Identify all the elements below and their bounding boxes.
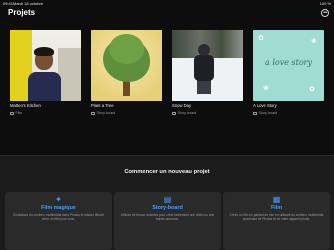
film-icon: ▦ xyxy=(272,195,281,204)
new-project-heading: Commencer un nouveau projet xyxy=(124,169,210,175)
project-title: A Love Story xyxy=(253,103,277,108)
storyboard-icon xyxy=(253,111,257,115)
project-card-snow-day[interactable]: Snow Day Story-board xyxy=(172,30,243,115)
flower-icon: ✿ xyxy=(309,86,315,93)
thumb-child-legs xyxy=(197,80,211,94)
project-card-a-love-story[interactable]: ✿ ❀ ❀ ✿ a love story A Love Story Story-… xyxy=(253,30,324,115)
film-icon xyxy=(10,111,14,115)
storyboard-icon xyxy=(91,111,95,115)
project-type: Story-board xyxy=(91,111,115,115)
more-options-button[interactable]: ••• xyxy=(321,9,329,17)
status-date: Mardi 18 octobre xyxy=(13,1,44,6)
thumb-child-body xyxy=(194,55,214,81)
project-title: Plant a Tree xyxy=(91,103,114,108)
project-type: Story-board xyxy=(253,111,277,115)
project-type: Story-board xyxy=(172,111,196,115)
new-project-panel: Commencer un nouveau projet ✦ Film magiq… xyxy=(0,156,334,250)
flower-icon: ✿ xyxy=(258,35,264,42)
project-title: Snow Day xyxy=(172,103,192,108)
flower-icon: ❀ xyxy=(311,38,317,45)
project-thumbnail[interactable]: ✿ ❀ ❀ ✿ a love story xyxy=(253,30,324,101)
option-title: Film xyxy=(270,205,283,211)
ellipsis-circle-icon: ••• xyxy=(323,9,327,16)
status-time: 09:41 xyxy=(3,1,14,6)
status-bar: 09:41 Mardi 18 octobre 100 % xyxy=(0,0,334,8)
project-card-matteos-kitchen[interactable]: Matteo's Kitchen Film xyxy=(10,30,81,115)
project-title: Matteo's Kitchen xyxy=(10,103,41,108)
project-thumbnail[interactable] xyxy=(91,30,162,101)
page-title: Projets xyxy=(8,8,36,17)
project-type-label: Story-board xyxy=(177,111,197,115)
thumb-cabinet xyxy=(58,48,81,101)
project-type-label: Film xyxy=(15,111,23,115)
magic-wand-icon: ✦ xyxy=(55,195,62,204)
project-type: Film xyxy=(10,111,22,115)
project-type-label: Story-board xyxy=(258,111,278,115)
thumb-title-text: a love story xyxy=(265,58,312,67)
storyboard-icon xyxy=(172,111,176,115)
option-title: Film magique xyxy=(41,205,76,211)
option-description: Utilisez de beaux modèles pour créer fac… xyxy=(120,213,215,222)
project-thumbnail[interactable] xyxy=(10,30,81,101)
option-description: Créez un film en partant de rien en util… xyxy=(229,213,324,222)
option-title: Story-board xyxy=(152,205,183,211)
status-battery: 100 % xyxy=(319,1,331,6)
flower-icon: ❀ xyxy=(263,85,269,92)
project-thumbnail[interactable] xyxy=(172,30,243,101)
thumb-person-hair xyxy=(34,47,54,56)
thumb-person-body xyxy=(28,72,61,101)
storyboard-button[interactable]: ▤ Story-board Utilisez de beaux modèles … xyxy=(114,192,221,250)
project-type-label: Story-board xyxy=(96,111,116,115)
option-description: Choisissez du contenu multimédia dans Ph… xyxy=(12,213,105,222)
projects-row: Matteo's Kitchen Film Plant a Tree Story… xyxy=(0,30,334,125)
thumb-child-head xyxy=(198,44,210,56)
magic-movie-button[interactable]: ✦ Film magique Choisissez du contenu mul… xyxy=(5,192,112,250)
storyboard-icon: ▤ xyxy=(163,195,172,204)
thumb-tree-crown-top xyxy=(109,34,144,64)
movie-button[interactable]: ▦ Film Créez un film en partant de rien … xyxy=(223,192,330,250)
project-card-plant-a-tree[interactable]: Plant a Tree Story-board xyxy=(91,30,162,115)
